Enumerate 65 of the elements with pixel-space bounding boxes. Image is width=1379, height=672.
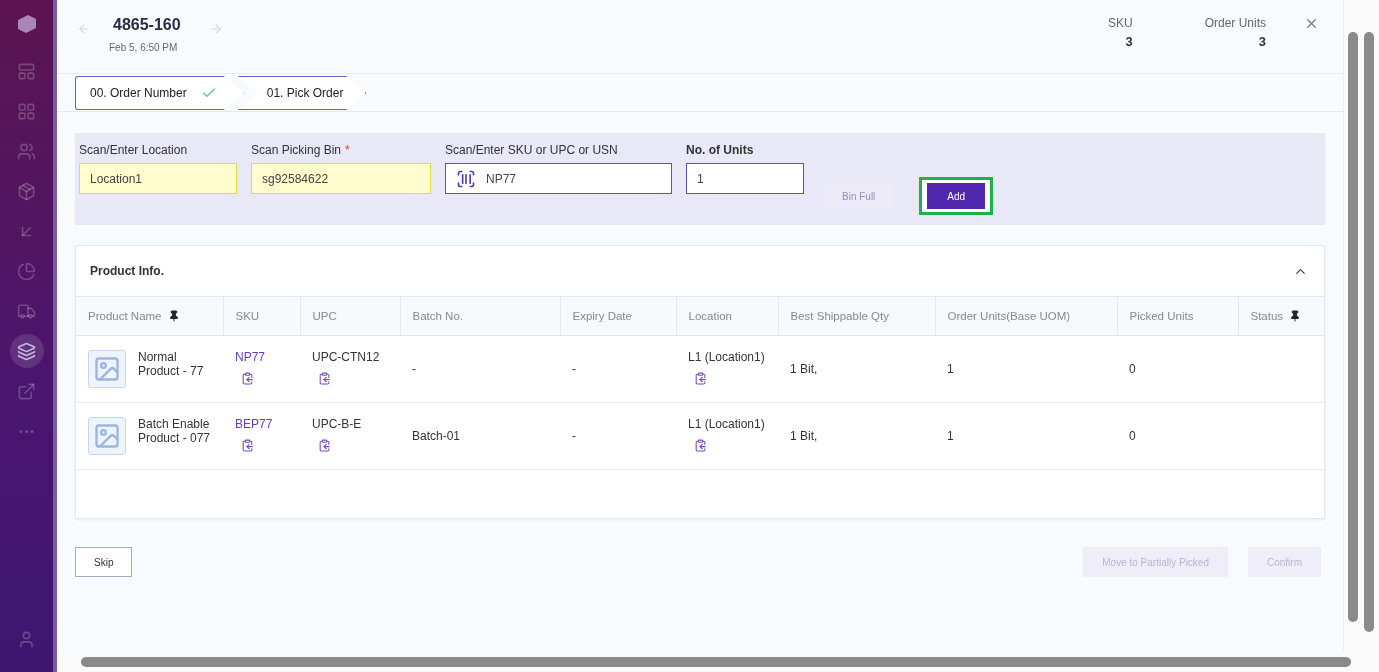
footer-button[interactable]: Skip — [75, 547, 133, 577]
product-name: Normal Product - 77 — [138, 349, 205, 378]
table-cell: - — [400, 335, 560, 402]
scrollbar-thumb[interactable] — [1348, 32, 1358, 622]
column-header: Expiry Date — [560, 297, 676, 335]
input-field[interactable]: Location1 — [79, 163, 237, 194]
sku-link[interactable]: NP77 — [235, 349, 266, 364]
table-cell: 0 — [1117, 335, 1238, 402]
column-header: Picked Units — [1117, 297, 1238, 335]
step-tab[interactable]: 01. Pick Order — [237, 76, 367, 110]
image-placeholder-icon — [88, 416, 126, 455]
table-cell: Batch-01 — [400, 402, 560, 469]
column-header: Status — [1238, 297, 1324, 335]
add-button[interactable]: Add — [919, 177, 994, 215]
barcode-scan-icon[interactable] — [456, 168, 476, 189]
sidebar-layers-icon[interactable] — [9, 334, 44, 368]
input-field[interactable]: NP77 — [445, 163, 672, 194]
table-cell: - — [560, 335, 676, 402]
table-cell: 1 — [935, 402, 1117, 469]
copy-icon[interactable] — [318, 438, 331, 452]
product-name: Batch Enable Product - 077 — [138, 416, 211, 445]
stat-value: 3 — [1125, 34, 1133, 49]
column-header: UPC — [300, 297, 400, 335]
pin-icon[interactable] — [1289, 309, 1302, 322]
upc-text: UPC-CTN12 — [312, 349, 380, 364]
pin-icon[interactable] — [167, 309, 180, 322]
card-title: Product Info. — [90, 264, 164, 278]
field-label: Scan/Enter Location — [79, 143, 189, 157]
stat-label: Order Units — [1204, 16, 1266, 30]
column-header: Location — [676, 297, 778, 335]
copy-icon[interactable] — [241, 438, 254, 452]
step-tab[interactable]: 00. Order Number — [75, 76, 244, 110]
copy-icon[interactable] — [694, 371, 707, 385]
input-field[interactable]: sg92584622 — [251, 163, 431, 194]
field-label: Scan/Enter SKU or UPC or USN — [445, 143, 619, 157]
field-label: No. of Units — [686, 143, 755, 157]
table-cell: 1 — [935, 335, 1117, 402]
scrollbar-thumb[interactable] — [81, 657, 1351, 667]
input-field[interactable]: 1 — [686, 163, 804, 194]
column-header: Batch No. — [400, 297, 560, 335]
scrollbar-thumb[interactable] — [1364, 32, 1374, 632]
copy-icon[interactable] — [694, 438, 707, 452]
order-title: 4865-160 — [113, 16, 181, 34]
upc-text: UPC-B-E — [312, 416, 362, 431]
column-header: Order Units(Base UOM) — [935, 297, 1117, 335]
copy-icon[interactable] — [318, 371, 331, 385]
table-cell: 0 — [1117, 402, 1238, 469]
stat-value: 3 — [1258, 34, 1266, 49]
column-header: Product Name — [76, 297, 223, 335]
table-cell: - — [560, 402, 676, 469]
column-header: Best Shippable Qty — [778, 297, 935, 335]
logo-icon — [15, 12, 38, 34]
sku-link[interactable]: BEP77 — [235, 416, 273, 431]
location-text: L1 (Location1) — [688, 416, 765, 431]
location-text: L1 (Location1) — [688, 349, 765, 364]
image-placeholder-icon — [88, 349, 126, 388]
copy-icon[interactable] — [241, 371, 254, 385]
close-icon[interactable] — [1304, 16, 1319, 31]
table-cell: 1 Bit, — [778, 402, 935, 469]
stat-label: SKU — [1107, 16, 1133, 30]
order-date: Feb 5, 6:50 PM — [109, 42, 179, 53]
field-label: Scan Picking Bin * — [251, 143, 351, 157]
column-header: SKU — [223, 297, 300, 335]
forward-arrow-icon[interactable] — [208, 22, 223, 36]
table-cell: 1 Bit, — [778, 335, 935, 402]
